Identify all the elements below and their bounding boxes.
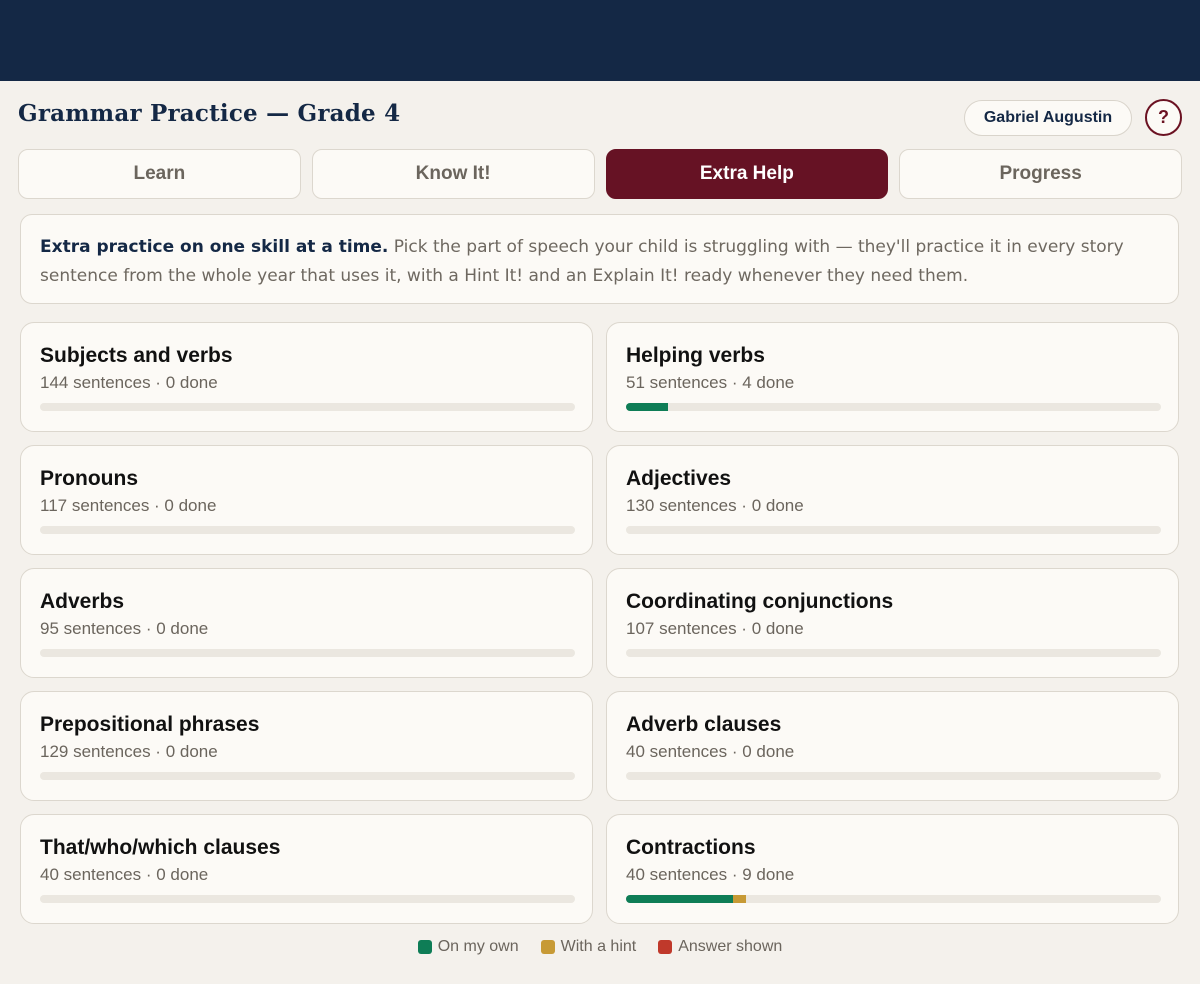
skill-meta: 130 sentences · 0 done bbox=[626, 496, 804, 515]
tab-bar: Learn Know It! Extra Help Progress bbox=[18, 149, 1182, 199]
skill-card[interactable]: Subjects and verbs 144 sentences · 0 done bbox=[20, 322, 593, 432]
skill-meta: 107 sentences · 0 done bbox=[626, 619, 804, 638]
skill-progress-bar bbox=[40, 772, 575, 780]
skill-title: Prepositional phrases bbox=[40, 713, 260, 736]
skill-meta: 117 sentences · 0 done bbox=[40, 496, 217, 515]
legend-swatch bbox=[658, 940, 673, 954]
skill-title: That/who/which clauses bbox=[40, 836, 281, 859]
skill-card[interactable]: That/who/which clauses 40 sentences · 0 d… bbox=[20, 814, 593, 924]
skill-title: Adverbs bbox=[40, 590, 125, 613]
progress-own-segment bbox=[626, 403, 668, 411]
skill-grid: Subjects and verbs 144 sentences · 0 done… bbox=[20, 322, 1179, 924]
page-title: Grammar Practice — Grade 4 bbox=[18, 100, 401, 127]
legend-swatch bbox=[417, 940, 432, 954]
skill-title: Contractions bbox=[626, 836, 756, 859]
help-button[interactable]: ? bbox=[1145, 99, 1182, 136]
skill-card[interactable]: Pronouns 117 sentences · 0 done bbox=[20, 445, 593, 555]
legend-label: On my own bbox=[437, 938, 519, 955]
legend-label: With a hint bbox=[560, 938, 637, 955]
skill-progress-bar bbox=[626, 772, 1161, 780]
skill-progress-bar bbox=[626, 649, 1161, 657]
skill-meta: 95 sentences · 0 done bbox=[40, 619, 209, 638]
progress-own-segment bbox=[626, 895, 733, 903]
skill-meta: 51 sentences · 4 done bbox=[626, 373, 795, 392]
legend-item: On my own bbox=[417, 938, 519, 956]
skill-title: Subjects and verbs bbox=[40, 344, 233, 367]
skill-meta: 144 sentences · 0 done bbox=[40, 373, 218, 392]
skill-card[interactable]: Adjectives 130 sentences · 0 done bbox=[606, 445, 1179, 555]
skill-meta: 129 sentences · 0 done bbox=[40, 742, 218, 761]
skill-progress-bar bbox=[626, 526, 1161, 534]
skill-title: Coordinating conjunctions bbox=[626, 590, 894, 613]
skill-card[interactable]: Contractions 40 sentences · 9 done bbox=[606, 814, 1179, 924]
intro-panel: Extra practice on one skill at a time. P… bbox=[20, 214, 1179, 304]
skill-progress-bar bbox=[40, 526, 575, 534]
skill-progress-bar bbox=[626, 895, 1161, 903]
skill-title: Adverb clauses bbox=[626, 713, 782, 736]
skill-progress-bar bbox=[40, 895, 575, 903]
legend-label: Answer shown bbox=[678, 938, 783, 955]
top-banner bbox=[0, 0, 1200, 81]
skill-meta: 40 sentences · 0 done bbox=[40, 865, 209, 884]
skill-title: Adjectives bbox=[626, 467, 732, 490]
skill-card[interactable]: Coordinating conjunctions 107 sentences ·… bbox=[606, 568, 1179, 678]
legend-item: With a hint bbox=[540, 938, 637, 956]
legend-item: Answer shown bbox=[658, 938, 782, 956]
tab-progress[interactable]: Progress bbox=[899, 149, 1182, 199]
skill-progress-bar bbox=[40, 649, 575, 657]
legend: On my own With a hint Answer shown bbox=[0, 938, 1200, 956]
skill-card[interactable]: Prepositional phrases 129 sentences · 0 d… bbox=[20, 691, 593, 801]
skill-card[interactable]: Helping verbs 51 sentences · 4 done bbox=[606, 322, 1179, 432]
skill-card[interactable]: Adverb clauses 40 sentences · 0 done bbox=[606, 691, 1179, 801]
skill-meta: 40 sentences · 9 done bbox=[626, 865, 795, 884]
skill-progress-bar bbox=[40, 403, 575, 411]
intro-lead: Extra practice on one skill at a time. bbox=[40, 237, 389, 257]
skill-progress-bar bbox=[626, 403, 1161, 411]
skill-title: Helping verbs bbox=[626, 344, 765, 367]
tab-know-it[interactable]: Know It! bbox=[311, 149, 595, 199]
tab-extra-help[interactable]: Extra Help bbox=[605, 149, 889, 199]
legend-swatch bbox=[540, 940, 555, 954]
question-mark-icon: ? bbox=[1158, 107, 1169, 127]
skill-card[interactable]: Adverbs 95 sentences · 0 done bbox=[20, 568, 593, 678]
user-button[interactable]: Gabriel Augustin bbox=[964, 100, 1132, 136]
progress-hint-segment bbox=[733, 895, 747, 903]
skill-meta: 40 sentences · 0 done bbox=[626, 742, 795, 761]
tab-learn[interactable]: Learn bbox=[18, 149, 301, 199]
skill-title: Pronouns bbox=[40, 467, 138, 490]
